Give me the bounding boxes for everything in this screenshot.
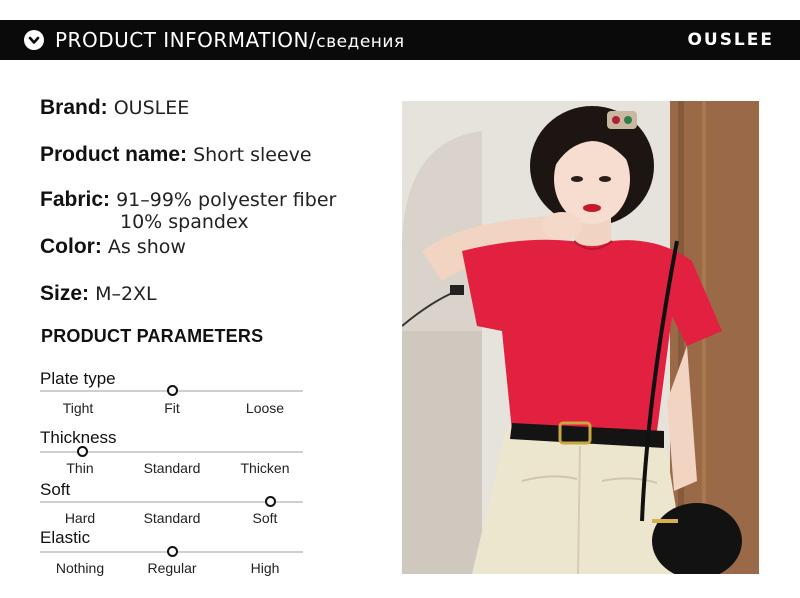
param-option: Hard — [64, 510, 96, 526]
info-product-name: Product name: Short sleeve — [40, 143, 312, 167]
header-bar: PRODUCT INFORMATION/сведения OUSLEE — [0, 20, 800, 60]
page-title-sub: сведения — [316, 32, 405, 52]
info-fabric-value: 91–99% polyester fiber — [116, 189, 337, 211]
info-brand-value: OUSLEE — [113, 97, 190, 119]
info-fabric-value2: 10% spandex — [120, 211, 249, 233]
param-option: Standard — [143, 510, 201, 526]
info-size-key: Size: — [40, 282, 90, 305]
param-elastic: Elastic Nothing Regular High — [40, 528, 305, 578]
info-product-name-key: Product name: — [40, 143, 188, 166]
page-title: PRODUCT INFORMATION/сведения — [55, 20, 405, 60]
product-photo-illustration — [402, 101, 759, 574]
param-option: Thin — [66, 460, 94, 476]
info-color-key: Color: — [40, 235, 102, 258]
info-fabric-key: Fabric: — [40, 188, 111, 211]
param-slider-knob — [167, 385, 178, 396]
param-option: Standard — [143, 460, 201, 476]
product-photo — [402, 101, 759, 574]
param-option: Soft — [252, 510, 278, 526]
param-label: Thickness — [40, 428, 117, 447]
param-slider-knob — [77, 446, 88, 457]
params-title: PRODUCT PARAMETERS — [41, 326, 264, 346]
param-option: Thicken — [240, 460, 290, 476]
param-option: Nothing — [55, 560, 105, 576]
info-fabric: Fabric: 91–99% polyester fiber 10% spand… — [40, 188, 336, 232]
param-slider-knob — [167, 546, 178, 557]
info-size-value: M–2XL — [95, 283, 157, 305]
param-option: High — [250, 560, 280, 576]
param-label: Plate type — [40, 369, 116, 388]
brand-logo: OUSLEE — [687, 30, 774, 50]
param-label: Soft — [40, 480, 71, 499]
param-soft: Soft Hard Standard Soft — [40, 480, 305, 530]
param-plate-type: Plate type Tight Fit Loose — [40, 369, 305, 419]
param-option: Regular — [147, 560, 197, 576]
param-slider-knob — [265, 496, 276, 507]
param-slider-track — [40, 501, 303, 503]
param-option: Fit — [164, 400, 180, 416]
chevron-down-circle-icon — [24, 30, 44, 50]
param-option: Tight — [62, 400, 94, 416]
info-size: Size: M–2XL — [40, 282, 157, 306]
param-label: Elastic — [40, 528, 91, 547]
info-color-value: As show — [107, 236, 186, 258]
info-brand-key: Brand: — [40, 96, 108, 119]
info-product-name-value: Short sleeve — [193, 144, 312, 166]
page-title-main: PRODUCT INFORMATION/ — [55, 28, 317, 52]
info-brand: Brand: OUSLEE — [40, 96, 189, 120]
param-thickness: Thickness Thin Standard Thicken — [40, 428, 305, 478]
param-option: Loose — [245, 400, 285, 416]
info-color: Color: As show — [40, 235, 186, 259]
